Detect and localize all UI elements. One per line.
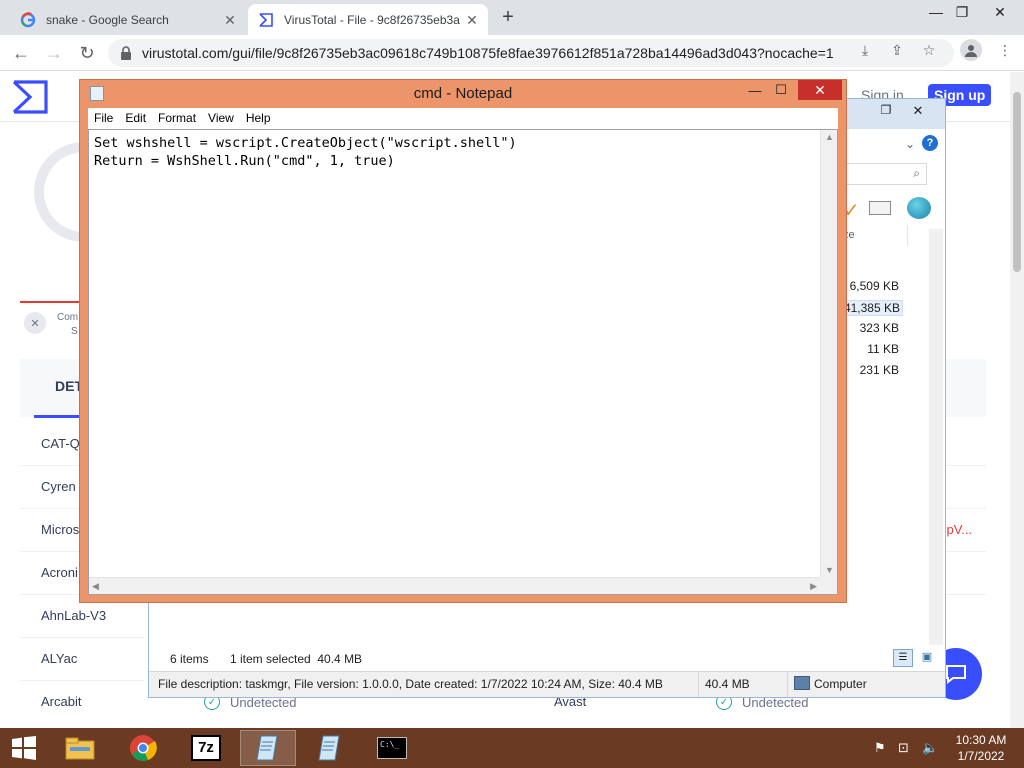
tab-virustotal[interactable]: VirusTotal - File - 9c8f26735eb3a ✕ bbox=[248, 4, 488, 35]
forward-icon[interactable]: → bbox=[43, 42, 65, 64]
score-fragment: S bbox=[71, 326, 78, 337]
notepad-icon[interactable] bbox=[240, 730, 296, 766]
tab-title: snake - Google Search bbox=[46, 12, 169, 27]
scrollbar-corner bbox=[820, 577, 837, 594]
browser-tab-strip: snake - Google Search ✕ VirusTotal - Fil… bbox=[0, 0, 1024, 35]
notepad-titlebar[interactable]: cmd - Notepad — ☐ ✕ bbox=[80, 80, 846, 107]
explorer-status-bar: 6 items 1 item selected 40.4 MB ☰ ▣ bbox=[149, 647, 945, 671]
file-explorer-icon[interactable] bbox=[52, 730, 108, 766]
restore-icon[interactable]: ❐ bbox=[875, 103, 897, 121]
scroll-right-icon[interactable]: ▶ bbox=[810, 581, 817, 592]
lock-icon bbox=[121, 46, 131, 60]
restore-icon[interactable]: ❐ bbox=[946, 0, 978, 24]
menu-format[interactable]: Format bbox=[152, 108, 202, 129]
windows-taskbar: 7z C:\_ ⚑ ⊡ 🔈 10:30 AM 1/7/2022 bbox=[0, 728, 1024, 768]
scroll-up-icon[interactable]: ▲ bbox=[825, 132, 834, 142]
computer-icon bbox=[794, 676, 810, 690]
cmd-icon[interactable]: C:\_ bbox=[364, 730, 420, 766]
clock-time: 10:30 AM bbox=[955, 733, 1007, 747]
help-icon[interactable]: ? bbox=[922, 135, 938, 151]
page-scrollbar[interactable] bbox=[1010, 72, 1024, 728]
community-fragment: Com bbox=[57, 312, 79, 323]
bookmark-star-icon[interactable]: ☆ bbox=[920, 41, 938, 59]
engine-name: Cyren bbox=[41, 479, 76, 494]
scroll-left-icon[interactable]: ◀ bbox=[92, 581, 99, 592]
engine-name: Acroni bbox=[41, 565, 78, 580]
search-icon: ⌕ bbox=[913, 166, 920, 180]
column-divider bbox=[907, 225, 908, 245]
text-editor-area[interactable]: Set wshshell = wscript.CreateObject("wsc… bbox=[88, 129, 838, 595]
action-center-flag-icon[interactable]: ⚑ bbox=[874, 740, 890, 756]
details-status-bar: File description: taskmgr, File version:… bbox=[149, 671, 945, 697]
download-icon[interactable]: ⤓ bbox=[856, 41, 874, 59]
7zip-icon[interactable]: 7z bbox=[178, 730, 234, 766]
start-button[interactable] bbox=[2, 730, 46, 766]
status-divider bbox=[698, 672, 699, 697]
virustotal-logo[interactable] bbox=[11, 79, 49, 115]
engine-name: ALYac bbox=[41, 651, 78, 666]
close-icon[interactable]: ✕ bbox=[798, 80, 842, 100]
engine-name: AhnLab-V3 bbox=[41, 608, 107, 623]
tab-google-search[interactable]: snake - Google Search ✕ bbox=[10, 4, 246, 35]
google-g-icon bbox=[20, 11, 36, 28]
file-description: File description: taskmgr, File version:… bbox=[158, 677, 663, 691]
engine-name: CAT-Q bbox=[41, 436, 80, 451]
engine-name: Arcabit bbox=[41, 694, 82, 709]
back-icon[interactable]: ← bbox=[10, 42, 32, 64]
clock-date: 1/7/2022 bbox=[957, 749, 1005, 763]
scrollbar-thumb[interactable] bbox=[1013, 92, 1021, 272]
explorer-scrollbar[interactable] bbox=[929, 229, 943, 645]
close-icon[interactable]: ✕ bbox=[984, 0, 1016, 24]
maximize-icon[interactable]: ☐ bbox=[770, 80, 792, 100]
url-text: virustotal.com/gui/file/9c8f26735eb3ac09… bbox=[142, 45, 834, 61]
file-size-status: 40.4 MB bbox=[705, 677, 750, 691]
chevron-down-icon[interactable]: ⌄ bbox=[905, 137, 915, 151]
search-box[interactable]: ⌕ bbox=[845, 163, 927, 185]
minimize-icon[interactable]: — bbox=[744, 80, 766, 100]
virustotal-icon bbox=[258, 12, 274, 28]
windows-logo-icon bbox=[12, 736, 36, 760]
menu-kebab-icon[interactable]: ⋮ bbox=[996, 41, 1014, 59]
profile-avatar-icon[interactable] bbox=[960, 39, 982, 61]
vertical-scrollbar[interactable]: ▲ ▼ bbox=[820, 130, 837, 577]
details-view-icon[interactable]: ☰ bbox=[893, 649, 913, 667]
menu-bar: File Edit Format View Help bbox=[88, 108, 838, 129]
horizontal-scrollbar[interactable]: ◀ ▶ bbox=[89, 577, 820, 594]
address-bar[interactable]: virustotal.com/gui/file/9c8f26735eb3ac09… bbox=[108, 39, 954, 67]
share-icon[interactable]: ⇪ bbox=[888, 41, 906, 59]
item-count: 6 items bbox=[170, 652, 209, 666]
scroll-down-icon[interactable]: ▼ bbox=[825, 565, 834, 575]
tab-title: VirusTotal - File - 9c8f26735eb3a bbox=[284, 12, 460, 27]
selection-info: 1 item selected 40.4 MB bbox=[230, 652, 363, 666]
reload-icon[interactable]: ↻ bbox=[76, 42, 98, 64]
menu-file[interactable]: File bbox=[88, 108, 119, 129]
editor-content[interactable]: Set wshshell = wscript.CreateObject("wsc… bbox=[94, 134, 517, 170]
notepad-icon[interactable] bbox=[302, 730, 358, 766]
menu-view[interactable]: View bbox=[202, 108, 240, 129]
close-icon[interactable]: ✕ bbox=[907, 103, 929, 121]
chat-icon bbox=[946, 665, 966, 684]
browser-toolbar: ← → ↻ virustotal.com/gui/file/9c8f26735e… bbox=[0, 35, 1024, 71]
dismiss-icon[interactable]: ✕ bbox=[24, 312, 46, 334]
volume-muted-icon[interactable]: 🔈 bbox=[922, 740, 938, 756]
system-clock[interactable]: 10:30 AM 1/7/2022 bbox=[946, 732, 1016, 764]
tab-close-icon[interactable]: ✕ bbox=[464, 12, 480, 28]
tab-close-icon[interactable]: ✕ bbox=[222, 12, 238, 28]
shell-app-icon bbox=[907, 197, 931, 219]
engine-name: Micros bbox=[41, 522, 80, 537]
notepad-window: cmd - Notepad — ☐ ✕ File Edit Format Vie… bbox=[79, 79, 847, 603]
preview-pane-icon[interactable] bbox=[869, 201, 891, 215]
large-icons-view-icon[interactable]: ▣ bbox=[917, 649, 937, 667]
network-icon[interactable]: ⊡ bbox=[898, 740, 914, 756]
status-divider bbox=[787, 672, 788, 697]
engine-row: ALYac bbox=[20, 638, 144, 681]
new-tab-button[interactable]: + bbox=[498, 7, 518, 28]
menu-help[interactable]: Help bbox=[240, 108, 277, 129]
location-label: Computer bbox=[814, 677, 867, 691]
window-title: cmd - Notepad bbox=[413, 85, 513, 102]
menu-edit[interactable]: Edit bbox=[119, 108, 152, 129]
chrome-icon[interactable] bbox=[115, 730, 171, 766]
